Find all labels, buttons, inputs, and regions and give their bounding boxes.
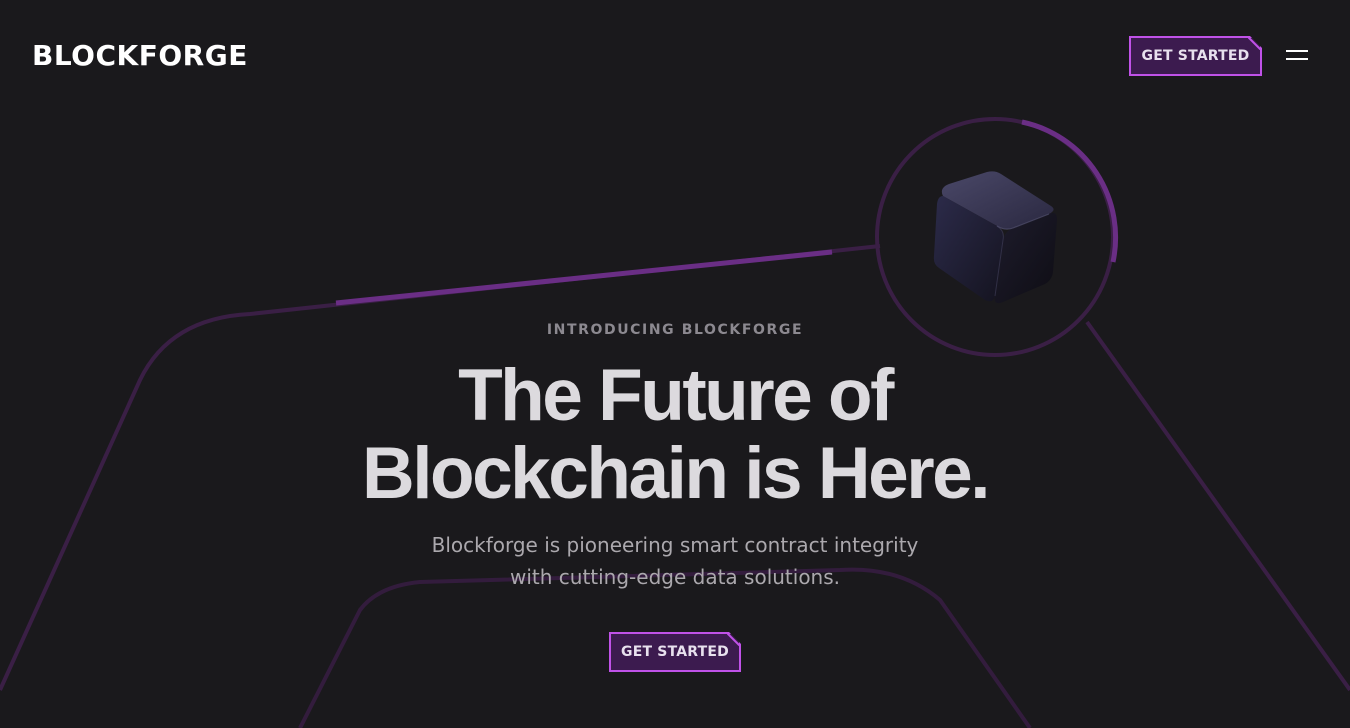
hero-get-started-button[interactable]: GET STARTED bbox=[609, 632, 741, 672]
nav-get-started-button[interactable]: GET STARTED bbox=[1129, 36, 1262, 76]
logo[interactable]: BLOCKFORGE bbox=[32, 38, 248, 74]
menu-line bbox=[1286, 50, 1308, 52]
hero-eyebrow: INTRODUCING BLOCKFORGE bbox=[546, 322, 804, 338]
subtitle-line-1: Blockforge is pioneering smart contract … bbox=[431, 533, 919, 557]
landing-page: BLOCKFORGE GET STARTED INTRODUCING BLOCK… bbox=[0, 0, 1350, 728]
cube-icon bbox=[925, 168, 1065, 308]
headline-line-2: Blockchain is Here. bbox=[361, 433, 991, 514]
hamburger-menu-icon[interactable] bbox=[1286, 48, 1310, 64]
menu-line bbox=[1286, 58, 1308, 60]
hero-headline: The Future of Blockchain is Here. bbox=[0, 357, 1350, 513]
headline-line-1: The Future of bbox=[458, 355, 894, 436]
hero-subtitle: Blockforge is pioneering smart contract … bbox=[0, 529, 1350, 593]
subtitle-line-2: with cutting-edge data solutions. bbox=[509, 565, 841, 589]
